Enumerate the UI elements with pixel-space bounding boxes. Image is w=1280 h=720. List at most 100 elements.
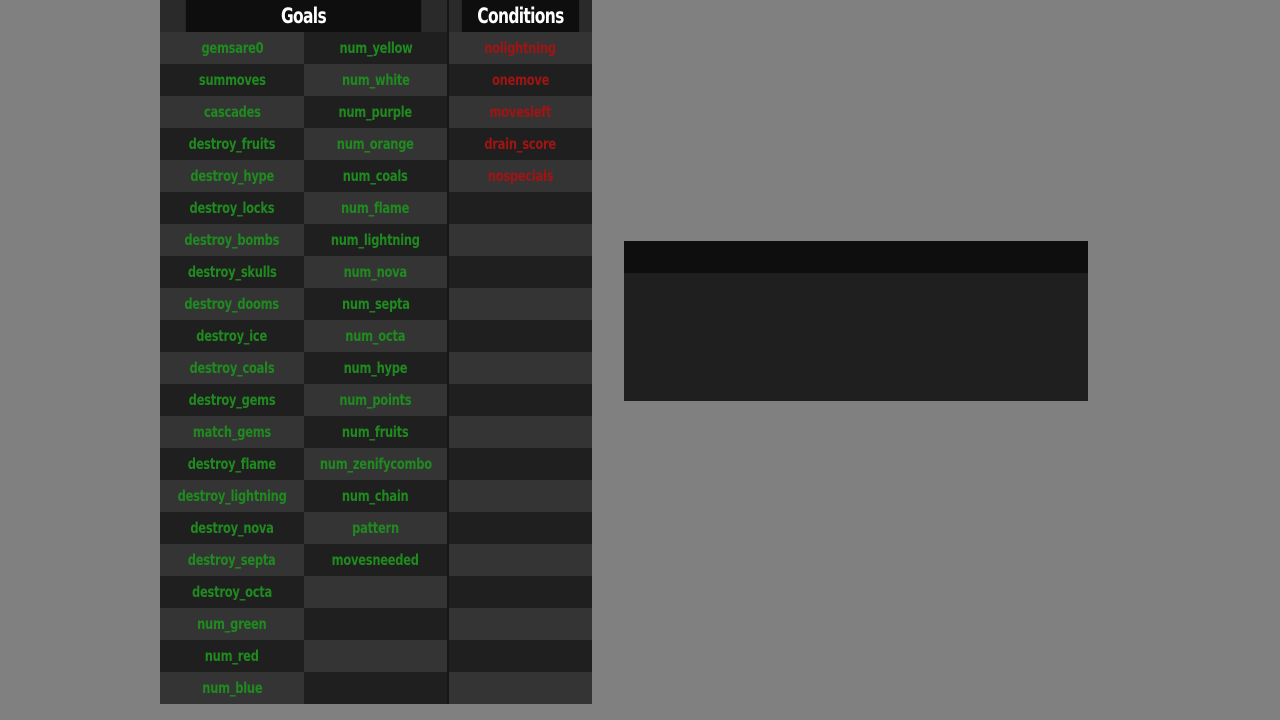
- goal-item-num-purple[interactable]: num_purple: [304, 96, 447, 128]
- goal-item-num-coals[interactable]: num_coals: [304, 160, 447, 192]
- goal-item-label: destroy_octa: [192, 583, 272, 601]
- goal-item-num-zenifycombo[interactable]: num_zenifycombo: [304, 448, 447, 480]
- condition-item-empty-slot: [449, 256, 592, 288]
- goals-columns: gemsare0 summoves cascades destroy_fruitsde…: [160, 32, 447, 704]
- conditions-column: nolightning onemove movesleft drain_scoreno…: [449, 32, 592, 704]
- goal-item-destroy-ice[interactable]: destroy_ice: [160, 320, 304, 352]
- goal-item-destroy-dooms[interactable]: destroy_dooms: [160, 288, 304, 320]
- goal-item-num-flame[interactable]: num_flame: [304, 192, 447, 224]
- condition-item-empty-slot: [449, 224, 592, 256]
- goal-item-gemsare0[interactable]: gemsare0: [160, 32, 304, 64]
- goal-item-destroy-lightning[interactable]: destroy_lightning: [160, 480, 304, 512]
- goal-item-destroy-septa[interactable]: destroy_septa: [160, 544, 304, 576]
- goal-item-label: destroy_ice: [196, 327, 268, 345]
- condition-item-empty-slot: [449, 448, 592, 480]
- goal-item-label: gemsare0: [201, 39, 263, 57]
- condition-item-label: nospecials: [487, 167, 554, 185]
- goal-item-num-yellow[interactable]: num_yellow: [304, 32, 447, 64]
- condition-item-empty-slot: [449, 480, 592, 512]
- goal-item-label: num_yellow: [338, 39, 413, 57]
- goal-item-label: num_chain: [342, 487, 409, 505]
- goal-item-num-septa[interactable]: num_septa: [304, 288, 447, 320]
- goal-item-summoves[interactable]: summoves: [160, 64, 304, 96]
- goal-item-label: destroy_skulls: [187, 263, 277, 281]
- condition-item-empty-slot: [449, 640, 592, 672]
- goal-item-destroy-locks[interactable]: destroy_locks: [160, 192, 304, 224]
- goal-item-label: num_green: [197, 615, 267, 633]
- goal-item-match-gems[interactable]: match_gems: [160, 416, 304, 448]
- goal-item-destroy-skulls[interactable]: destroy_skulls: [160, 256, 304, 288]
- goal-item-label: destroy_nova: [190, 519, 274, 537]
- condition-item-movesleft[interactable]: movesleft: [449, 96, 592, 128]
- goal-item-movesneeded[interactable]: movesneeded: [304, 544, 447, 576]
- goal-item-destroy-flame[interactable]: destroy_flame: [160, 448, 304, 480]
- goal-item-num-blue[interactable]: num_blue: [160, 672, 304, 704]
- condition-item-nospecials[interactable]: nospecials: [449, 160, 592, 192]
- condition-item-empty-slot: [449, 576, 592, 608]
- info-box-header: [624, 241, 1088, 273]
- goal-item-num-green[interactable]: num_green: [160, 608, 304, 640]
- goal-item-label: num_coals: [343, 167, 408, 185]
- goal-item-label: num_hype: [343, 359, 408, 377]
- goal-item-destroy-octa[interactable]: destroy_octa: [160, 576, 304, 608]
- goal-item-label: destroy_locks: [189, 199, 275, 217]
- goal-item-destroy-fruits[interactable]: destroy_fruits: [160, 128, 304, 160]
- goal-item-destroy-hype[interactable]: destroy_hype: [160, 160, 304, 192]
- goals-header: Goals: [185, 0, 422, 32]
- goal-item-pattern[interactable]: pattern: [304, 512, 447, 544]
- condition-item-label: movesleft: [489, 103, 552, 121]
- goal-item-label: num_septa: [341, 295, 410, 313]
- goal-item-destroy-gems[interactable]: destroy_gems: [160, 384, 304, 416]
- condition-item-empty-slot: [449, 192, 592, 224]
- goal-item-cascades[interactable]: cascades: [160, 96, 304, 128]
- goal-editor-screen: Goals gemsare0 summoves cascades destroy_fr…: [0, 0, 1280, 720]
- goal-item-label: match_gems: [192, 423, 272, 441]
- goal-item-label: movesneeded: [331, 551, 420, 569]
- goal-item-destroy-coals[interactable]: destroy_coals: [160, 352, 304, 384]
- goal-item-num-lightning[interactable]: num_lightning: [304, 224, 447, 256]
- goal-item-empty-slot: [304, 672, 447, 704]
- goal-item-label: destroy_lightning: [177, 487, 287, 505]
- goal-item-label: num_lightning: [331, 231, 420, 249]
- goal-item-label: num_zenifycombo: [319, 455, 432, 473]
- goal-item-label: pattern: [352, 519, 399, 537]
- condition-item-nolightning[interactable]: nolightning: [449, 32, 592, 64]
- goal-item-label: num_white: [341, 71, 410, 89]
- goal-item-num-chain[interactable]: num_chain: [304, 480, 447, 512]
- goal-item-num-red[interactable]: num_red: [160, 640, 304, 672]
- condition-item-label: drain_score: [484, 135, 557, 153]
- goal-item-num-fruits[interactable]: num_fruits: [304, 416, 447, 448]
- goal-item-num-orange[interactable]: num_orange: [304, 128, 447, 160]
- goal-item-num-nova[interactable]: num_nova: [304, 256, 447, 288]
- condition-item-drain-score[interactable]: drain_score: [449, 128, 592, 160]
- goal-item-num-hype[interactable]: num_hype: [304, 352, 447, 384]
- goal-item-label: num_flame: [341, 199, 410, 217]
- condition-item-empty-slot: [449, 544, 592, 576]
- condition-item-empty-slot: [449, 384, 592, 416]
- goal-item-destroy-bombs[interactable]: destroy_bombs: [160, 224, 304, 256]
- conditions-panel: Conditions nolightning onemove movesleft dr…: [449, 0, 592, 704]
- goal-item-num-white[interactable]: num_white: [304, 64, 447, 96]
- goal-item-label: cascades: [203, 103, 261, 121]
- goal-item-empty-slot: [304, 608, 447, 640]
- goal-item-label: summoves: [198, 71, 266, 89]
- goal-item-destroy-nova[interactable]: destroy_nova: [160, 512, 304, 544]
- goal-item-label: num_red: [205, 647, 259, 665]
- condition-item-onemove[interactable]: onemove: [449, 64, 592, 96]
- goal-item-label: num_blue: [201, 679, 263, 697]
- goal-item-label: destroy_dooms: [184, 295, 280, 313]
- condition-item-empty-slot: [449, 288, 592, 320]
- goal-item-num-points[interactable]: num_points: [304, 384, 447, 416]
- goal-item-label: num_octa: [345, 327, 406, 345]
- goal-item-label: destroy_gems: [188, 391, 276, 409]
- goal-item-label: destroy_bombs: [184, 231, 280, 249]
- goal-item-label: destroy_fruits: [188, 135, 276, 153]
- condition-item-empty-slot: [449, 672, 592, 704]
- condition-item-label: nolightning: [484, 39, 557, 57]
- goal-item-num-octa[interactable]: num_octa: [304, 320, 447, 352]
- goal-item-label: destroy_hype: [190, 167, 274, 185]
- info-box: [624, 241, 1088, 401]
- condition-item-empty-slot: [449, 416, 592, 448]
- goals-column-1: gemsare0 summoves cascades destroy_fruitsde…: [160, 32, 304, 704]
- goals-panel: Goals gemsare0 summoves cascades destroy_fr…: [160, 0, 447, 704]
